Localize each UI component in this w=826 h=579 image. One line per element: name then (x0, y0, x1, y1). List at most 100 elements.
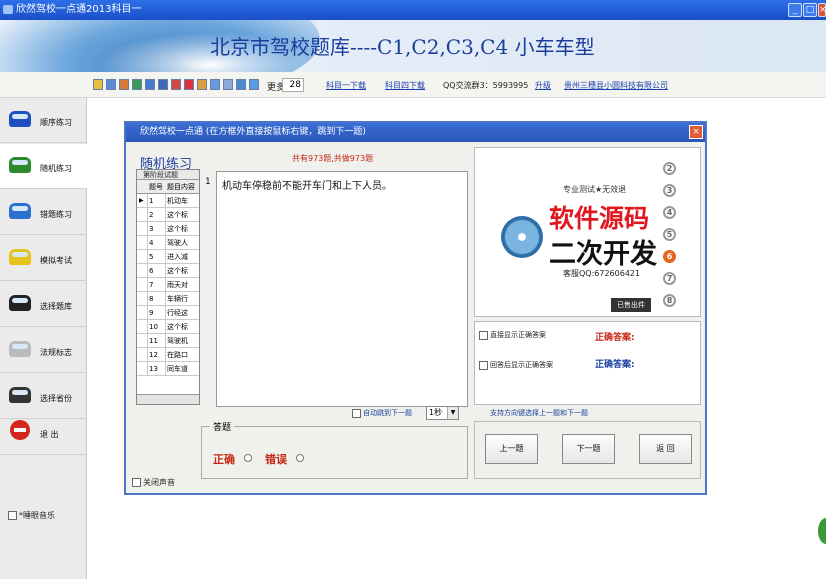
gift-icon[interactable] (197, 79, 207, 90)
show-correct-toggle[interactable]: 直接显示正确答案 (479, 330, 546, 340)
sidebar-item-exit[interactable]: 退 出 (0, 410, 87, 455)
sidebar-item-label: 法规标志 (40, 348, 72, 357)
number-ball: 6 (663, 250, 676, 263)
plus-icon[interactable] (249, 79, 259, 90)
option-correct-radio[interactable] (244, 454, 252, 462)
qq-group-label: QQ交流群3：5993995 (443, 81, 529, 90)
dialog-close-button[interactable]: × (689, 125, 703, 139)
ad-headline-1: 软件源码 (549, 204, 650, 233)
save-icon[interactable] (236, 79, 246, 90)
table-row[interactable]: 12 在路口 (137, 348, 199, 362)
table-row[interactable]: 11 驾驶机 (137, 334, 199, 348)
user-icon[interactable] (106, 79, 116, 90)
document-icon[interactable] (223, 79, 233, 90)
table-row[interactable]: 5 进入减 (137, 250, 199, 264)
mute-checkbox[interactable] (132, 478, 141, 487)
sidebar-item-wrong[interactable]: 错题练习 (0, 190, 87, 235)
maximize-button[interactable]: □ (803, 3, 817, 17)
auto-next-toggle[interactable]: 自动跳到下一题 (352, 408, 412, 418)
answer-group-label: 答题 (210, 420, 235, 433)
number-ball: 4 (663, 206, 676, 219)
dialog-titlebar: 欣然驾校一点通 (在方框外直接按鼠标右键，跳到下一题) × (126, 123, 705, 142)
sidebar-item-traffic-signs[interactable]: 法规标志 (0, 328, 87, 373)
chevron-down-icon[interactable]: ▼ (447, 407, 458, 419)
image-panel: 专业测试★无效退 软件源码 二次开发 客服QQ:672606421 已售出件 2… (474, 147, 701, 317)
practice-dialog: 欣然驾校一点通 (在方框外直接按鼠标右键，跳到下一题) × 随机练习 共有973… (124, 121, 707, 495)
dialog-title: 欣然驾校一点通 (在方框外直接按鼠标右键，跳到下一题) (140, 127, 366, 137)
table-row[interactable]: 2 这个标 (137, 208, 199, 222)
car-icon (9, 387, 31, 403)
table-row[interactable]: 9 行经这 (137, 306, 199, 320)
auto-next-checkbox[interactable] (352, 408, 361, 418)
ad-contact: 客服QQ:672606421 (563, 269, 641, 278)
grid-column-headers: 题号 题目内容 (137, 180, 199, 194)
sidebar-item-random[interactable]: 随机练习 (0, 144, 87, 189)
table-row[interactable]: 4 驾驶人 (137, 236, 199, 250)
correct-answer-label-1: 正确答案: (595, 333, 635, 343)
car-icon (9, 341, 31, 357)
minimize-button[interactable]: _ (788, 3, 802, 17)
sidebar-item-label: 模拟考试 (40, 256, 72, 265)
page-number-field[interactable]: 28 (282, 78, 304, 92)
table-row[interactable]: 3 这个标 (137, 222, 199, 236)
option-wrong-radio[interactable] (296, 454, 304, 462)
answer-group: 答题 正确 错误 (201, 420, 468, 479)
mute-toggle[interactable]: 关闭声音 (132, 477, 175, 488)
car-icon (9, 203, 31, 219)
table-row[interactable]: ▶ 1 机动车 (137, 194, 199, 208)
table-row[interactable]: 13 同车道 (137, 362, 199, 376)
heart-icon[interactable] (184, 79, 194, 90)
row-pointer-icon: ▶ (139, 197, 144, 204)
column-header-content: 题目内容 (167, 183, 195, 191)
show-after-checkbox[interactable] (479, 360, 488, 370)
window-icon[interactable] (210, 79, 220, 90)
exit-icon (10, 420, 30, 440)
navigation-box: 上一题 下一题 返 回 (474, 421, 701, 479)
question-text-box[interactable]: 机动车停稳前不能开车门和上下人员。 (216, 171, 468, 407)
question-count-label: 共有973题,共做973题 (292, 154, 374, 163)
ad-headline-2: 二次开发 (549, 239, 657, 270)
subject4-download-link[interactable]: 科目四下载 (385, 80, 425, 91)
sidebar-item-label: 退 出 (40, 430, 59, 439)
help-icon[interactable] (145, 79, 155, 90)
sidebar-item-question-bank[interactable]: 选择题库 (0, 282, 87, 327)
person-icon[interactable] (158, 79, 168, 90)
question-text: 机动车停稳前不能开车门和上下人员。 (222, 181, 392, 192)
column-header-no: 题号 (149, 183, 163, 191)
table-row[interactable]: 8 车辆行 (137, 292, 199, 306)
header-banner: 北京市驾校题库----C1,C2,C3,C4 小车车型 (0, 20, 826, 72)
option-wrong-label[interactable]: 错误 (265, 451, 287, 467)
location-icon[interactable] (171, 79, 181, 90)
star-icon[interactable] (93, 79, 103, 90)
correct-answer-label-2: 正确答案: (595, 360, 635, 370)
question-grid[interactable]: 第阶段试题 题号 题目内容 ▶ 1 机动车 2 这个标 3 这个标 4 驾驶人 5 进入减 … (136, 169, 200, 405)
show-after-toggle[interactable]: 回答后显示正确答案 (479, 360, 553, 370)
sidebar-item-mock-exam[interactable]: 模拟考试 (0, 236, 87, 281)
close-button[interactable]: × (818, 3, 826, 17)
sidebar-item-sequential[interactable]: 顺序练习 (0, 98, 87, 143)
table-row[interactable]: 6 这个标 (137, 264, 199, 278)
prev-button[interactable]: 上一题 (485, 434, 538, 464)
number-ball: 2 (663, 162, 676, 175)
subject1-download-link[interactable]: 科目一下载 (326, 80, 366, 91)
delay-select[interactable]: 1秒 ▼ (426, 406, 459, 420)
sidebar-item-label: 错题练习 (40, 210, 72, 219)
app-icon (3, 5, 13, 14)
next-button[interactable]: 下一题 (562, 434, 615, 464)
floating-widget[interactable] (818, 518, 826, 544)
sidebar-item-label: 选择省份 (40, 394, 72, 403)
back-button[interactable]: 返 回 (639, 434, 692, 464)
book-icon[interactable] (119, 79, 129, 90)
refresh-icon[interactable] (132, 79, 142, 90)
music-toggle[interactable]: *睡眼音乐 (8, 510, 55, 521)
table-row[interactable]: 10 这个标 (137, 320, 199, 334)
table-row[interactable]: 7 雨天对 (137, 278, 199, 292)
music-checkbox[interactable] (8, 511, 17, 520)
company-link[interactable]: 贵州三穗县小圆科技有限公司 (564, 80, 668, 91)
grid-header: 第阶段试题 (137, 170, 199, 180)
disc-icon (501, 216, 543, 258)
grid-horizontal-scrollbar[interactable] (137, 394, 199, 404)
upgrade-link[interactable]: 升级 (535, 80, 551, 91)
option-correct-label[interactable]: 正确 (213, 451, 235, 467)
show-correct-checkbox[interactable] (479, 330, 488, 340)
